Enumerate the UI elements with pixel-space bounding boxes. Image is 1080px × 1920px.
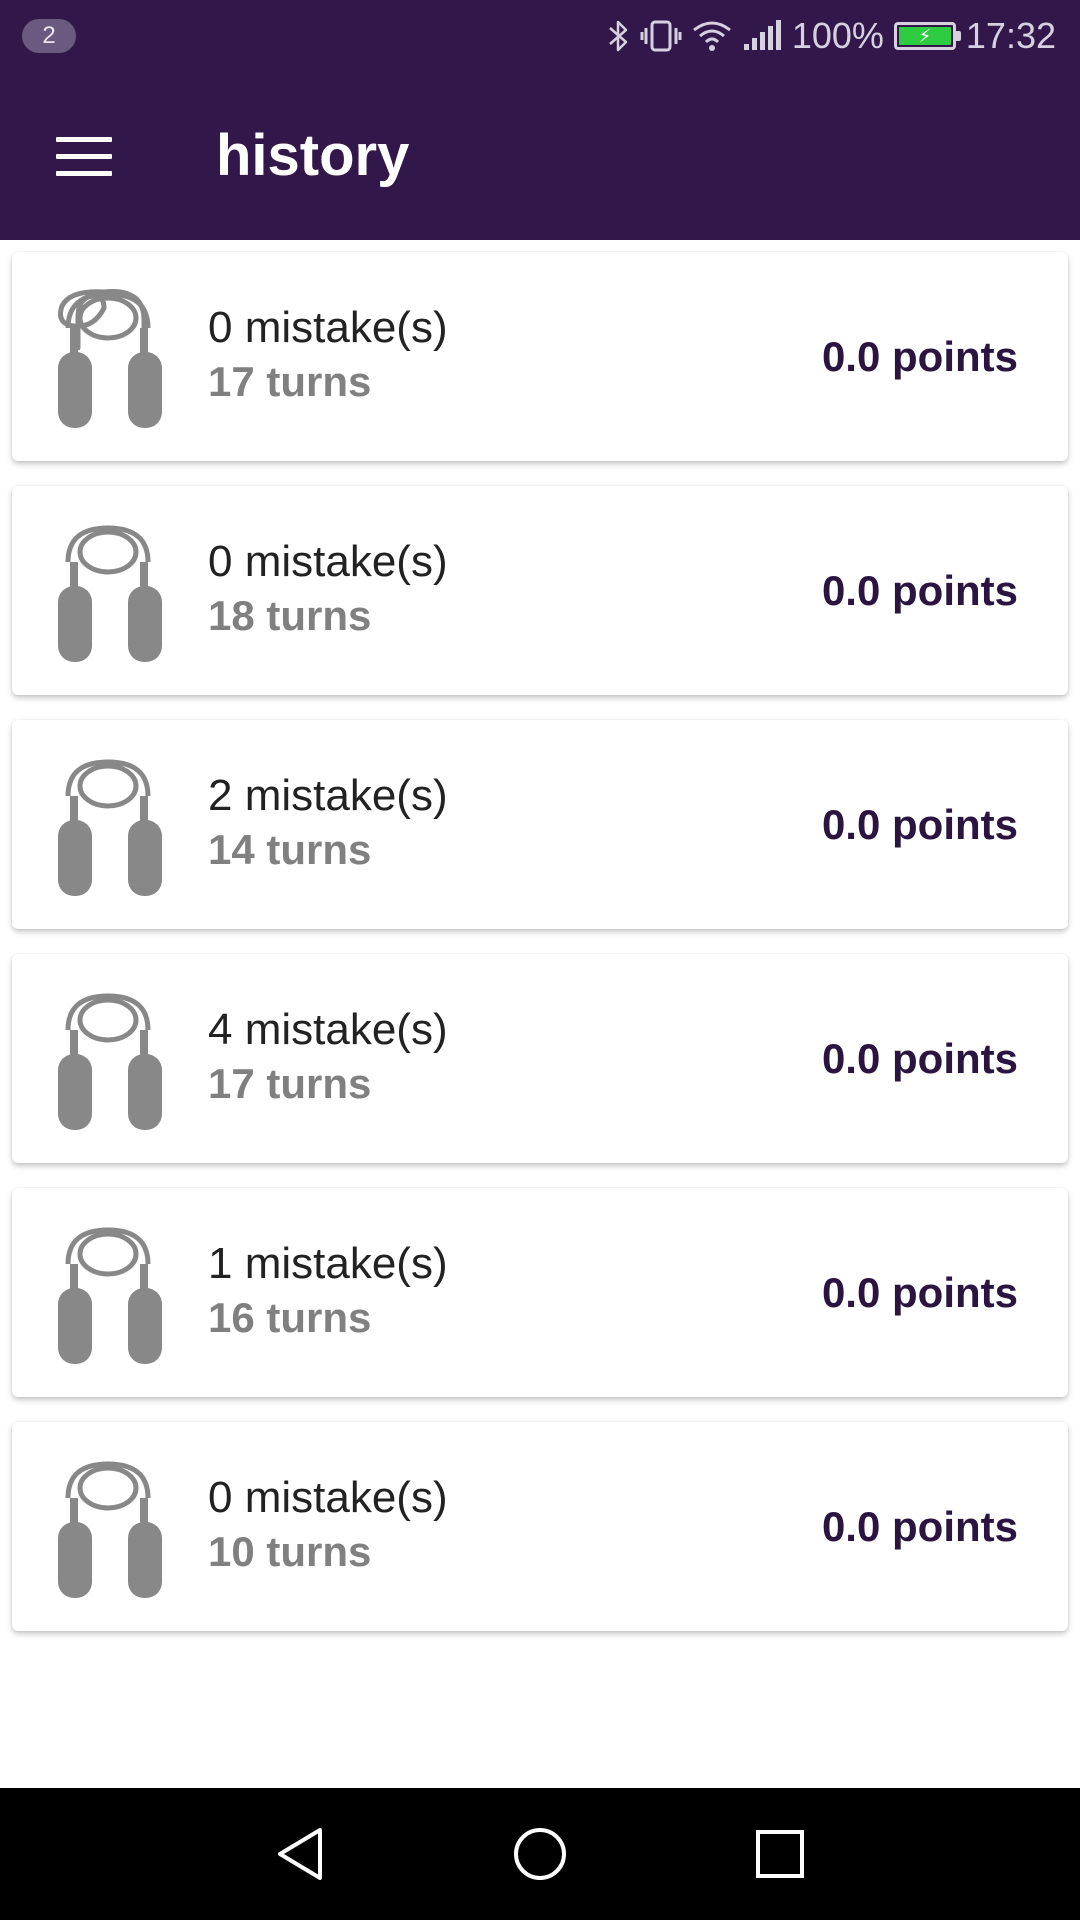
turns-count: 14 turns [208,826,372,873]
jump-rope-icon [58,1227,162,1364]
jump-rope-icon [58,1461,162,1598]
mistakes-count: 0 mistake(s) [208,537,448,586]
app-bar: history [0,72,1080,240]
clock: 17:32 [965,15,1056,56]
wifi-icon [692,21,731,51]
battery-percent: 100% [791,15,884,56]
recents-icon[interactable] [744,1818,816,1890]
battery-charging-icon: ⚡ [893,22,961,50]
status-bar: 2 100% ⚡ 17:32 [0,0,1080,72]
system-navigation-bar [0,1788,1080,1920]
back-icon[interactable] [264,1818,336,1890]
turns-count: 18 turns [208,592,372,639]
turns-count: 17 turns [208,1060,372,1107]
turns-count: 17 turns [208,358,372,405]
turns-count: 16 turns [208,1294,372,1341]
mistakes-count: 4 mistake(s) [208,1005,448,1054]
history-list-item[interactable]: 0 mistake(s) 10 turns 0.0 points [12,1422,1068,1631]
mistakes-count: 1 mistake(s) [208,1239,448,1288]
history-list-item[interactable]: 0 mistake(s) 17 turns 0.0 points [12,252,1068,461]
status-icons: 100% ⚡ 17:32 [606,0,1056,72]
points-value: 0.0 points [821,1035,1018,1082]
turns-count: 10 turns [208,1528,372,1575]
points-value: 0.0 points [821,567,1018,614]
bluetooth-icon [609,20,628,52]
jump-rope-icon [58,289,162,428]
page-title: history [216,123,410,188]
history-list-item[interactable]: 2 mistake(s) 14 turns 0.0 points [12,720,1068,929]
signal-icon [743,20,781,50]
history-list-item[interactable]: 0 mistake(s) 18 turns 0.0 points [12,486,1068,695]
mistakes-count: 0 mistake(s) [208,1473,448,1522]
history-list-item[interactable]: 1 mistake(s) 16 turns 0.0 points [12,1188,1068,1397]
history-list-item[interactable]: 4 mistake(s) 17 turns 0.0 points [12,954,1068,1163]
jump-rope-icon [58,525,162,662]
history-screen: 2 100% ⚡ 17:32 history 0 mistake(s) 17 t… [0,0,1080,1920]
points-value: 0.0 points [821,333,1018,380]
points-value: 0.0 points [821,1503,1018,1550]
points-value: 0.0 points [821,801,1018,848]
mistakes-count: 0 mistake(s) [208,303,448,352]
home-icon[interactable] [504,1818,576,1890]
mistakes-count: 2 mistake(s) [208,771,448,820]
points-value: 0.0 points [821,1269,1018,1316]
notification-count-badge: 2 [22,19,76,53]
vibrate-icon [640,20,682,52]
jump-rope-icon [58,759,162,896]
jump-rope-icon [58,993,162,1130]
hamburger-menu-icon[interactable] [40,120,128,192]
